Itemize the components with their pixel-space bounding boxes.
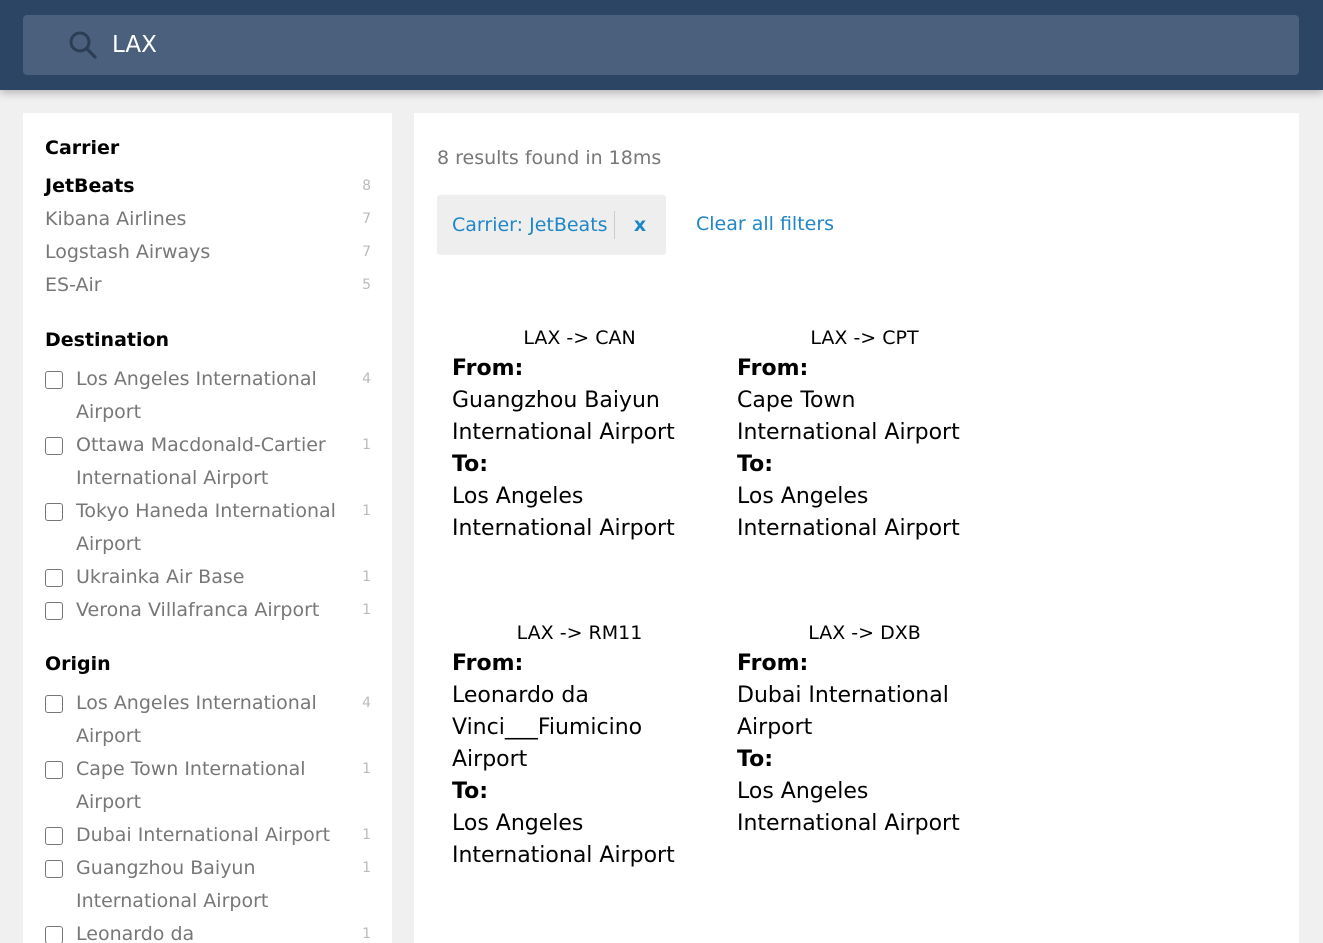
result-card[interactable]: LAX -> CPT From: Cape Town International… <box>737 323 992 545</box>
origin-facet: Origin Los Angeles International Airport… <box>45 653 371 943</box>
results-summary: 8 results found in 18ms <box>437 147 662 169</box>
result-card[interactable]: LAX -> CAN From: Guangzhou Baiyun Intern… <box>452 323 707 545</box>
origin-option[interactable]: Leonardo da Vinci___Fiumicino Airport 1 <box>45 918 371 943</box>
to-airport: Los Angeles International Airport <box>452 811 675 868</box>
from-label: From: <box>452 651 524 676</box>
destination-facet-title: Destination <box>45 329 170 351</box>
facet-sidebar: Carrier JetBeats 8 Kibana Airlines 7 Log… <box>23 113 392 943</box>
remove-filter-button[interactable]: x <box>615 214 665 236</box>
active-filter-chip: Carrier: JetBeats x <box>437 195 666 255</box>
origin-option-count: 1 <box>362 761 371 777</box>
from-airport: Leonardo da Vinci___Fiumicino Airport <box>452 683 643 772</box>
origin-option[interactable]: Cape Town International Airport 1 <box>45 753 371 819</box>
origin-option[interactable]: Guangzhou Baiyun International Airport 1 <box>45 852 371 918</box>
destination-option[interactable]: Los Angeles International Airport 4 <box>45 363 371 429</box>
carrier-option-es-air[interactable]: ES-Air 5 <box>45 268 371 301</box>
carrier-option-label: Kibana Airlines <box>45 207 187 230</box>
checkbox[interactable] <box>45 926 63 943</box>
search-icon <box>68 30 98 60</box>
from-label: From: <box>452 356 524 381</box>
destination-facet: Destination Los Angeles International Ai… <box>45 329 371 627</box>
to-label: To: <box>737 747 773 772</box>
origin-option-label: Guangzhou Baiyun International Airport <box>76 857 269 912</box>
destination-option-label: Ukrainka Air Base <box>76 566 245 588</box>
checkbox[interactable] <box>45 860 63 878</box>
carrier-option-label: Logstash Airways <box>45 240 211 263</box>
clear-all-filters-link[interactable]: Clear all filters <box>696 213 834 235</box>
carrier-option-label: JetBeats <box>45 174 135 197</box>
destination-option-label: Tokyo Haneda International Airport <box>76 500 336 555</box>
destination-option[interactable]: Ukrainka Air Base 1 <box>45 561 371 594</box>
destination-option-label: Ottawa Macdonald-Cartier International A… <box>76 434 326 489</box>
to-airport: Los Angeles International Airport <box>737 779 960 836</box>
destination-option[interactable]: Verona Villafranca Airport 1 <box>45 594 371 627</box>
origin-option-count: 1 <box>362 926 371 942</box>
checkbox[interactable] <box>45 503 63 521</box>
origin-option-count: 1 <box>362 827 371 843</box>
to-airport: Los Angeles International Airport <box>452 484 675 541</box>
destination-option[interactable]: Tokyo Haneda International Airport 1 <box>45 495 371 561</box>
to-airport: Los Angeles International Airport <box>737 484 960 541</box>
carrier-option-jetbeats[interactable]: JetBeats 8 <box>45 169 371 202</box>
search-input[interactable] <box>112 32 1212 58</box>
from-label: From: <box>737 651 809 676</box>
carrier-option-logstash-airways[interactable]: Logstash Airways 7 <box>45 235 371 268</box>
destination-option[interactable]: Ottawa Macdonald-Cartier International A… <box>45 429 371 495</box>
carrier-facet-title: Carrier <box>45 137 120 159</box>
result-card[interactable]: LAX -> DXB From: Dubai International Air… <box>737 618 992 840</box>
checkbox[interactable] <box>45 569 63 587</box>
origin-option-label: Cape Town International Airport <box>76 758 306 813</box>
checkbox[interactable] <box>45 602 63 620</box>
destination-option-count: 1 <box>362 503 371 519</box>
carrier-option-count: 7 <box>362 210 371 227</box>
checkbox[interactable] <box>45 437 63 455</box>
checkbox[interactable] <box>45 371 63 389</box>
destination-option-count: 4 <box>362 371 371 387</box>
carrier-option-count: 8 <box>362 177 371 194</box>
carrier-option-kibana-airlines[interactable]: Kibana Airlines 7 <box>45 202 371 235</box>
origin-option[interactable]: Los Angeles International Airport 4 <box>45 687 371 753</box>
to-label: To: <box>737 452 773 477</box>
checkbox[interactable] <box>45 695 63 713</box>
origin-option-count: 4 <box>362 695 371 711</box>
origin-facet-title: Origin <box>45 653 111 675</box>
route-title: LAX -> CAN <box>523 327 636 349</box>
origin-option-label: Dubai International Airport <box>76 824 331 846</box>
carrier-option-count: 5 <box>362 276 371 293</box>
origin-option[interactable]: Dubai International Airport 1 <box>45 819 371 852</box>
from-label: From: <box>737 356 809 381</box>
origin-option-count: 1 <box>362 860 371 876</box>
checkbox[interactable] <box>45 827 63 845</box>
origin-option-label: Leonardo da Vinci___Fiumicino Airport <box>76 923 195 943</box>
origin-option-label: Los Angeles International Airport <box>76 692 317 747</box>
destination-option-count: 1 <box>362 569 371 585</box>
route-title: LAX -> CPT <box>810 327 919 349</box>
destination-option-count: 1 <box>362 437 371 453</box>
top-bar <box>0 0 1323 90</box>
to-label: To: <box>452 452 488 477</box>
destination-option-label: Verona Villafranca Airport <box>76 599 320 621</box>
results-panel: 8 results found in 18ms Carrier: JetBeat… <box>414 113 1299 943</box>
checkbox[interactable] <box>45 761 63 779</box>
route-title: LAX -> RM11 <box>516 622 643 644</box>
carrier-option-count: 7 <box>362 243 371 260</box>
route-title: LAX -> DXB <box>808 622 921 644</box>
active-filter-label[interactable]: Carrier: JetBeats <box>437 214 614 236</box>
result-card[interactable]: LAX -> RM11 From: Leonardo da Vinci___Fi… <box>452 618 707 872</box>
carrier-option-label: ES-Air <box>45 273 102 296</box>
destination-option-label: Los Angeles International Airport <box>76 368 317 423</box>
search-box[interactable] <box>23 15 1299 75</box>
from-airport: Dubai International Airport <box>737 683 949 740</box>
to-label: To: <box>452 779 488 804</box>
carrier-facet: Carrier JetBeats 8 Kibana Airlines 7 Log… <box>45 137 371 301</box>
from-airport: Guangzhou Baiyun International Airport <box>452 388 675 445</box>
destination-option-count: 1 <box>362 602 371 618</box>
from-airport: Cape Town International Airport <box>737 388 960 445</box>
